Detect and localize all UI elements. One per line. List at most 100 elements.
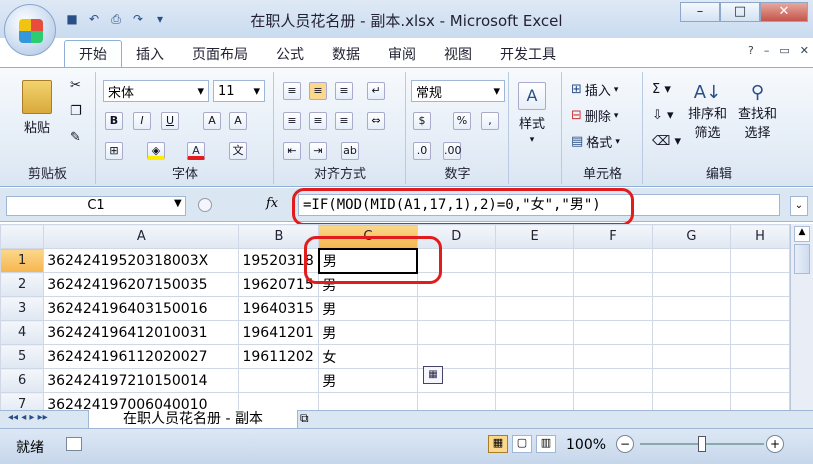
tab-home[interactable]: 开始 [64,40,122,68]
cell[interactable] [494,248,575,273]
cancel-entry-icon[interactable] [198,198,212,212]
cell[interactable] [416,392,496,410]
column-header[interactable]: G [651,224,732,249]
cell[interactable]: 19641201 [238,320,320,345]
page-layout-view-icon[interactable]: ▢ [512,435,532,453]
border-button[interactable]: ⊞ [105,142,123,160]
cell[interactable]: 362424197210150014 [43,368,240,393]
sheet-nav-icons[interactable]: ◂◂ ◂ ▸ ▸▸ [8,412,48,423]
cell[interactable]: 19640315 [238,296,320,321]
insert-cells-button[interactable]: ⊞ 插入 ▾ [571,80,618,99]
auto-fill-options-icon[interactable]: ▦ [423,366,443,384]
cell[interactable] [238,392,320,410]
cell[interactable] [416,296,496,321]
cell[interactable]: 362424196412010031 [43,320,240,345]
row-header[interactable]: 1 [0,248,45,273]
cell[interactable]: 362424196403150016 [43,296,240,321]
align-middle-button[interactable]: ≡ [309,82,327,100]
paste-button[interactable]: 粘贴 [22,80,52,136]
orientation-button[interactable]: ab [341,142,359,160]
page-break-view-icon[interactable]: ▥ [536,435,556,453]
align-center-button[interactable]: ≡ [309,112,327,130]
fill-color-button[interactable]: ◈ [147,142,165,160]
zoom-slider-thumb[interactable] [698,436,706,452]
increase-decimal-button[interactable]: .0 [413,142,431,160]
font-name-select[interactable]: 宋体 ▾ [103,80,209,102]
row-header[interactable]: 5 [0,344,45,369]
cell[interactable] [494,344,575,369]
insert-sheet-icon[interactable]: ⧉ [300,411,309,426]
row-header[interactable]: 3 [0,296,45,321]
cell[interactable]: 362424197006040010 [43,392,240,410]
clear-icon[interactable]: ⌫ ▾ [652,134,681,149]
cell[interactable]: 36242419520318003X [43,248,240,273]
chevron-down-icon[interactable]: ▼ [174,198,182,209]
tab-developer[interactable]: 开发工具 [486,42,570,68]
column-header[interactable]: A [43,224,240,249]
workbook-restore-icon[interactable]: ▭ [779,44,789,62]
cell[interactable] [651,368,732,393]
cell[interactable] [416,344,496,369]
macro-record-icon[interactable] [66,437,82,451]
autosum-icon[interactable]: Σ ▾ [652,82,671,97]
styles-button[interactable]: A 样式 ▾ [518,82,546,145]
grow-font-button[interactable]: A [203,112,221,130]
cell[interactable]: 362424196207150035 [43,272,240,297]
row-header[interactable]: 6 [0,368,45,393]
column-header[interactable]: F [573,224,653,249]
scroll-thumb[interactable] [794,244,810,274]
cell[interactable]: 362424196112020027 [43,344,240,369]
cell[interactable] [651,392,732,410]
wrap-text-button[interactable]: ↵ [367,82,385,100]
column-header[interactable]: H [730,224,790,249]
italic-button[interactable]: I [133,112,151,130]
format-painter-icon[interactable]: ✎ [70,130,81,145]
name-box[interactable]: C1 [6,196,186,216]
increase-indent-button[interactable]: ⇥ [309,142,327,160]
format-cells-button[interactable]: ▤ 格式 ▾ [571,132,620,151]
cell[interactable] [573,368,653,393]
cell[interactable]: 女 [318,344,418,369]
align-right-button[interactable]: ≡ [335,112,353,130]
cell[interactable] [651,272,732,297]
zoom-in-icon[interactable]: + [766,435,784,453]
shrink-font-button[interactable]: A [229,112,247,130]
fill-icon[interactable]: ⇩ ▾ [652,108,674,123]
tab-view[interactable]: 视图 [430,42,486,68]
cell[interactable] [730,320,790,345]
cell[interactable]: 男 [318,320,418,345]
cell[interactable] [651,296,732,321]
workbook-minimize-icon[interactable]: – [764,44,770,62]
workbook-close-icon[interactable]: ✕ [800,44,809,62]
find-select-button[interactable]: ⚲ 查找和 选择 [738,82,777,141]
comma-style-button[interactable]: , [481,112,499,130]
cell[interactable] [730,248,790,273]
zoom-level[interactable]: 100% [566,437,606,453]
vertical-scrollbar[interactable]: ▲ [790,224,813,410]
cell[interactable] [238,368,320,393]
merge-center-button[interactable]: ⇔ [367,112,385,130]
sheet-tab[interactable]: 在职人员花名册 - 副本 [88,410,298,430]
cell[interactable] [651,248,732,273]
underline-button[interactable]: U [161,112,179,130]
expand-formula-icon[interactable]: ⌄ [790,196,808,216]
cell[interactable] [730,368,790,393]
zoom-out-icon[interactable]: − [616,435,634,453]
scroll-up-icon[interactable]: ▲ [794,226,810,242]
cell[interactable]: 男 [318,296,418,321]
percent-button[interactable]: % [453,112,471,130]
cell[interactable] [494,272,575,297]
cell[interactable]: 男 [318,368,418,393]
cell[interactable] [573,272,653,297]
help-icon[interactable]: ? [748,44,754,62]
cell[interactable] [730,344,790,369]
tab-review[interactable]: 审阅 [374,42,430,68]
close-button[interactable]: ✕ [760,2,808,22]
cell[interactable] [651,320,732,345]
row-header[interactable]: 4 [0,320,45,345]
cell[interactable] [730,392,790,410]
row-header[interactable]: 2 [0,272,45,297]
cell[interactable] [573,320,653,345]
cell[interactable] [730,296,790,321]
cell[interactable] [494,368,575,393]
